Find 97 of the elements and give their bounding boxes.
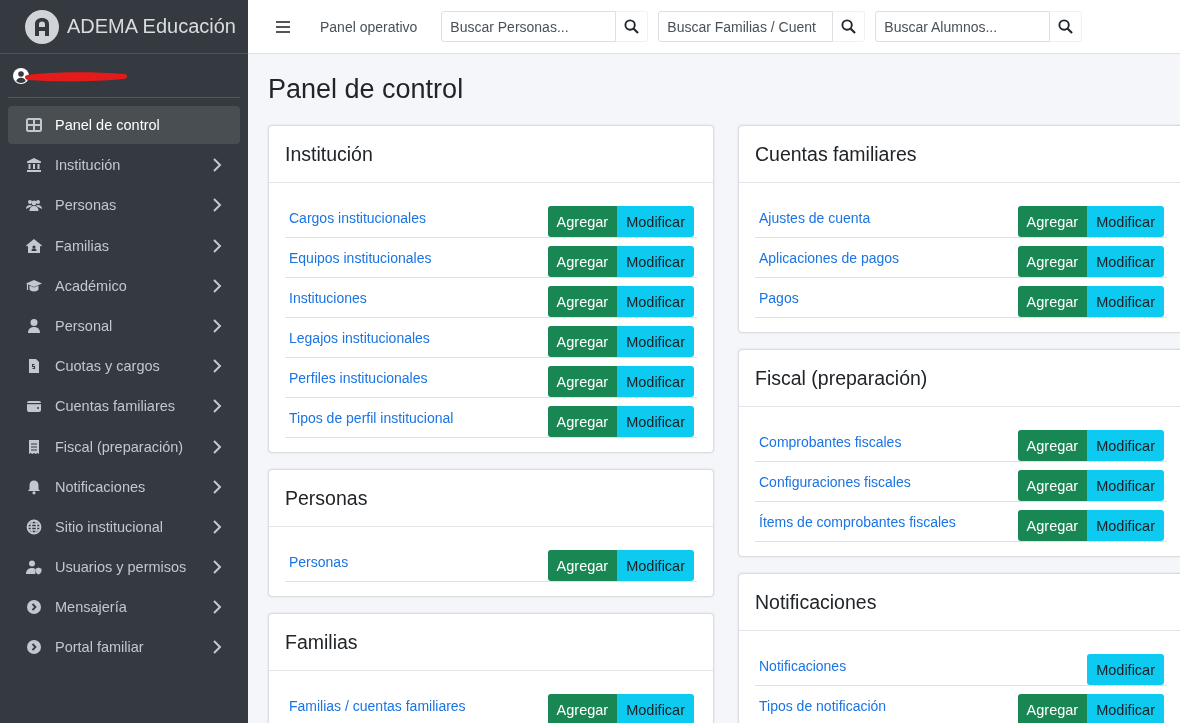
chevron-circle-icon — [26, 639, 42, 656]
search-field[interactable]: Buscar Familias / Cuent — [658, 11, 834, 42]
card-title: Fiscal (preparación) — [755, 366, 928, 390]
search-button[interactable] — [616, 11, 649, 42]
link[interactable]: Perfiles institucionales — [289, 369, 428, 386]
add-button[interactable]: Agregar — [547, 694, 618, 723]
add-button[interactable]: Agregar — [1017, 694, 1088, 723]
sidebar-item[interactable]: Notificaciones — [8, 467, 240, 506]
sidebar-item[interactable]: Sitio institucional — [8, 507, 240, 546]
page-title: Panel de control — [268, 74, 465, 105]
add-button[interactable]: Agregar — [1017, 206, 1088, 237]
link[interactable]: Pagos — [759, 289, 799, 306]
card-title: Notificaciones — [755, 590, 877, 614]
search-field[interactable]: Buscar Alumnos... — [875, 11, 1051, 42]
brand-name: ADEMA Educación — [67, 15, 236, 38]
link[interactable]: Tipos de perfil institucional — [289, 409, 454, 426]
sidebar-item[interactable]: Usuarios y permisos — [8, 548, 240, 587]
user-shield-icon — [26, 559, 42, 576]
graduation-cap-icon — [26, 277, 42, 294]
nav-link[interactable]: Panel operativo — [320, 18, 418, 35]
link[interactable]: Legajos institucionales — [289, 329, 430, 346]
link[interactable]: Ajustes de cuenta — [759, 209, 871, 226]
sidebar-item[interactable]: Fiscal (preparación) — [8, 427, 240, 466]
sidebar-item[interactable]: Familias — [8, 226, 240, 265]
add-button[interactable]: Agregar — [547, 366, 618, 397]
link[interactable]: Instituciones — [289, 289, 367, 306]
add-button[interactable]: Agregar — [1017, 470, 1088, 501]
bank-icon — [26, 157, 42, 174]
add-button[interactable]: Agregar — [547, 406, 618, 437]
add-button[interactable]: Agregar — [547, 326, 618, 357]
edit-button[interactable]: Modificar — [617, 286, 694, 317]
link[interactable]: Notificaciones — [759, 657, 847, 674]
sidebar-item[interactable]: Personas — [8, 186, 240, 225]
edit-button[interactable]: Modificar — [1087, 654, 1164, 685]
add-button[interactable]: Agregar — [1017, 246, 1088, 277]
search-field[interactable]: Buscar Personas... — [441, 11, 617, 42]
search-button[interactable] — [833, 11, 866, 42]
edit-button[interactable]: Modificar — [617, 206, 694, 237]
add-button[interactable]: Agregar — [1017, 430, 1088, 461]
link[interactable]: Familias / cuentas familiares — [289, 697, 466, 714]
card-title: Cuentas familiares — [755, 142, 917, 166]
grid-icon — [26, 117, 42, 133]
wallet-icon — [26, 398, 42, 415]
link[interactable]: Ítems de comprobantes fiscales — [759, 513, 956, 530]
bell-icon — [26, 478, 42, 495]
add-button[interactable]: Agregar — [1017, 510, 1088, 541]
search-icon — [1058, 19, 1074, 34]
person-icon — [26, 317, 42, 334]
menu-button[interactable] — [274, 18, 292, 35]
sidebar-item[interactable]: Cuentas familiares — [8, 387, 240, 426]
edit-button[interactable]: Modificar — [617, 406, 694, 437]
menu-icon — [276, 20, 290, 33]
sidebar-item[interactable]: Personal — [8, 306, 240, 345]
link[interactable]: Personas — [289, 553, 349, 570]
edit-button[interactable]: Modificar — [1087, 246, 1164, 277]
sidebar-item[interactable]: Cuotas y cargos — [8, 347, 240, 386]
logo-icon — [25, 9, 59, 44]
add-button[interactable]: Agregar — [547, 206, 618, 237]
card-title: Personas — [285, 486, 368, 510]
receipt-icon — [26, 438, 42, 455]
link[interactable]: Comprobantes fiscales — [759, 433, 902, 450]
link[interactable]: Aplicaciones de pagos — [759, 249, 900, 266]
edit-button[interactable]: Modificar — [617, 694, 694, 723]
sidebar-item[interactable]: Mensajería — [8, 588, 240, 627]
add-button[interactable]: Agregar — [547, 550, 618, 581]
link[interactable]: Tipos de notificación — [759, 697, 887, 714]
edit-button[interactable]: Modificar — [1087, 430, 1164, 461]
edit-button[interactable]: Modificar — [617, 366, 694, 397]
sidebar-item[interactable]: Académico — [8, 266, 240, 305]
card-title: Familias — [285, 630, 358, 654]
edit-button[interactable]: Modificar — [1087, 286, 1164, 317]
house-icon — [26, 237, 42, 254]
add-button[interactable]: Agregar — [547, 286, 618, 317]
add-button[interactable]: Agregar — [1017, 286, 1088, 317]
edit-button[interactable]: Modificar — [1087, 510, 1164, 541]
edit-button[interactable]: Modificar — [617, 246, 694, 277]
globe-icon — [26, 518, 42, 535]
sidebar-item[interactable]: Panel de control — [8, 106, 240, 144]
search-icon — [841, 19, 857, 34]
add-button[interactable]: Agregar — [547, 246, 618, 277]
card-title: Institución — [285, 142, 373, 166]
edit-button[interactable]: Modificar — [1087, 470, 1164, 501]
chevron-circle-icon — [26, 599, 42, 616]
search-button[interactable] — [1050, 11, 1083, 42]
link[interactable]: Equipos institucionales — [289, 249, 432, 266]
sidebar-item[interactable]: Institución — [8, 146, 240, 185]
edit-button[interactable]: Modificar — [617, 550, 694, 581]
edit-button[interactable]: Modificar — [1087, 206, 1164, 237]
link[interactable]: Cargos institucionales — [289, 209, 426, 226]
user-icon — [13, 67, 29, 84]
link[interactable]: Configuraciones fiscales — [759, 473, 911, 490]
people-icon — [26, 197, 42, 214]
sidebar-item[interactable]: Portal familiar — [8, 628, 240, 667]
search-icon — [624, 19, 640, 34]
invoice-icon — [26, 358, 42, 375]
edit-button[interactable]: Modificar — [1087, 694, 1164, 723]
edit-button[interactable]: Modificar — [617, 326, 694, 357]
